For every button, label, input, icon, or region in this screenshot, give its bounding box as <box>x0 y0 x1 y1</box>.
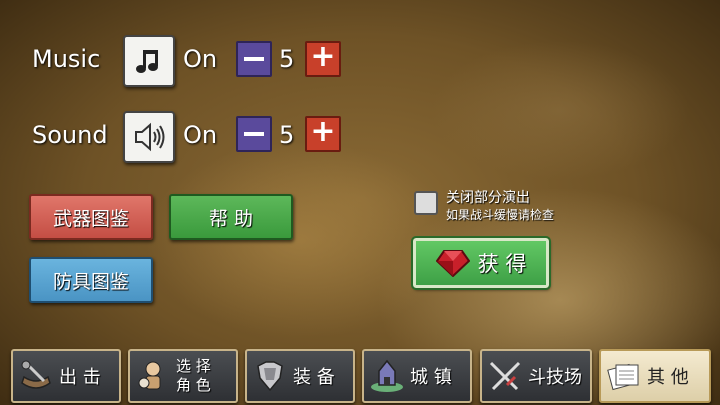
nav-sortie[interactable]: 出 击 <box>11 349 121 403</box>
notes-icon <box>605 357 643 395</box>
sound-label: Sound <box>32 121 108 149</box>
music-volume-value: 5 <box>279 45 295 73</box>
reduce-effects-hint: 如果战斗缓慢请检查 <box>446 208 555 222</box>
crossed-swords-icon <box>486 357 524 395</box>
nav-select-character[interactable]: 选 择 角 色 <box>128 349 238 403</box>
nav-town[interactable]: 城 镇 <box>362 349 472 403</box>
nav-equipment[interactable]: 装 备 <box>245 349 355 403</box>
obtain-label: 获 得 <box>477 252 527 276</box>
castle-icon <box>368 357 406 395</box>
sound-volume-value: 5 <box>279 121 295 149</box>
nav-other-label: 其 他 <box>647 367 689 388</box>
nav-select-character-line1: 选 择 <box>176 357 211 375</box>
music-label: Music <box>32 45 101 73</box>
catapult-icon <box>17 357 55 395</box>
weapon-guide-button[interactable]: 武器图鉴 <box>29 194 153 240</box>
nav-equipment-label: 装 备 <box>293 367 335 388</box>
nav-town-label: 城 镇 <box>410 367 452 388</box>
music-state: On <box>183 45 218 73</box>
music-toggle-button[interactable] <box>123 35 175 87</box>
nav-select-character-line2: 角 色 <box>176 376 211 394</box>
sound-state: On <box>183 121 218 149</box>
music-note-icon <box>136 50 158 73</box>
sound-toggle-button[interactable] <box>123 111 175 163</box>
obtain-button[interactable]: 获 得 <box>411 236 551 290</box>
armor-guide-button[interactable]: 防具图鉴 <box>29 257 153 303</box>
nav-arena[interactable]: 斗技场 <box>480 349 592 403</box>
music-decrease-button[interactable] <box>236 41 272 77</box>
reduce-effects-checkbox[interactable] <box>414 191 438 215</box>
nav-select-character-label: 选 择 角 色 <box>176 357 211 395</box>
help-button[interactable]: 帮 助 <box>169 194 293 240</box>
speaker-icon <box>135 122 165 152</box>
armor-icon <box>251 357 289 395</box>
nav-other[interactable]: 其 他 <box>599 349 711 403</box>
background-stain <box>430 40 690 180</box>
ruby-gem-icon <box>435 250 470 277</box>
character-icon <box>134 357 172 395</box>
sound-increase-button[interactable]: + <box>305 116 341 152</box>
music-increase-button[interactable]: + <box>305 41 341 77</box>
reduce-effects-label: 关闭部分演出 <box>446 190 530 206</box>
nav-arena-label: 斗技场 <box>528 367 582 388</box>
sound-decrease-button[interactable] <box>236 116 272 152</box>
nav-sortie-label: 出 击 <box>59 367 101 388</box>
